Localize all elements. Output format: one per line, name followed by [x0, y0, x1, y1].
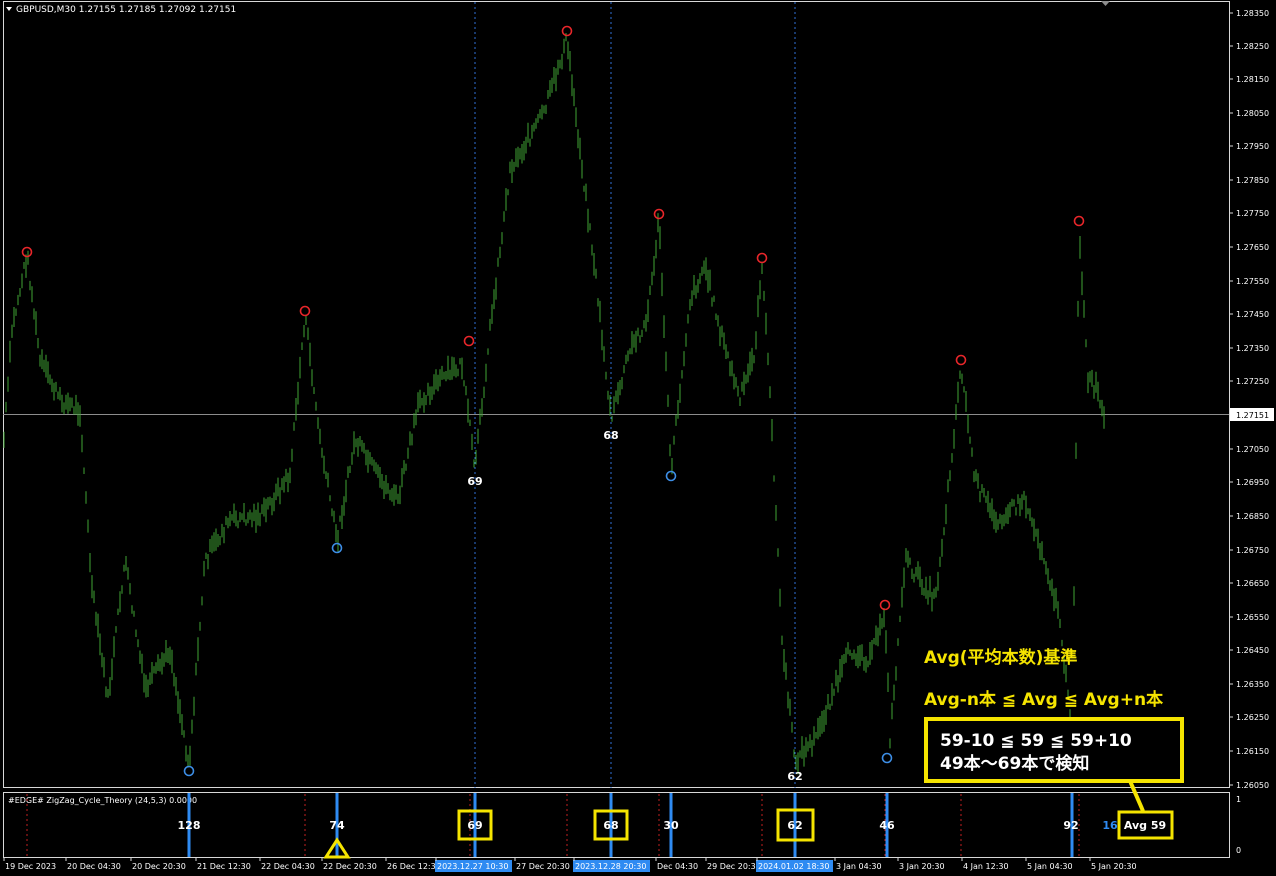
- annotation-box-line-2: 49本～69本で検知: [940, 753, 1089, 774]
- avg-label: Avg 59: [1124, 819, 1166, 832]
- cycle-count-label-current: 16: [1102, 819, 1118, 832]
- cycle-count-label: 74: [329, 819, 345, 832]
- annotation-formula: Avg-n本 ≦ Avg ≦ Avg+n本: [924, 689, 1163, 710]
- price-tick-label: 1.27550: [1236, 277, 1269, 286]
- time-label: Dec 04:30: [657, 862, 698, 871]
- price-tick-label: 1.27450: [1236, 310, 1269, 319]
- time-label: 27 Dec 20:30: [516, 862, 570, 871]
- time-label: 21 Dec 12:30: [197, 862, 251, 871]
- price-tick-label: 1.27850: [1236, 176, 1269, 185]
- time-label: 3 Jan 20:30: [899, 862, 945, 871]
- trough-count-label: 68: [603, 429, 618, 442]
- time-label: 26 Dec 12:30: [387, 862, 441, 871]
- price-tick-label: 1.27050: [1236, 445, 1269, 454]
- time-label: 4 Jan 12:30: [963, 862, 1009, 871]
- time-label: 2024.01.02 18:30: [758, 862, 829, 871]
- time-label: 19 Dec 2023: [5, 862, 56, 871]
- price-tick-label: 1.26850: [1236, 512, 1269, 521]
- price-tick-label: 1.28050: [1236, 109, 1269, 118]
- subwindow-title: #EDGE# ZigZag_Cycle_Theory (24,5,3) 0.00…: [8, 796, 197, 805]
- cycle-count-label: 62: [787, 819, 802, 832]
- trough-count-label: 62: [787, 770, 802, 783]
- price-tick-label: 1.26450: [1236, 646, 1269, 655]
- cycle-count-label: 30: [663, 819, 679, 832]
- price-tick-label: 1.26350: [1236, 680, 1269, 689]
- trough-count-label: 69: [467, 475, 482, 488]
- time-label: 5 Jan 20:30: [1091, 862, 1137, 871]
- time-label: 2023.12.28 20:30: [575, 862, 646, 871]
- subwindow-scale-bottom: 0: [1236, 846, 1241, 855]
- price-tick-label: 1.28250: [1236, 42, 1269, 51]
- time-label: 5 Jan 04:30: [1027, 862, 1073, 871]
- time-label: 2023.12.27 10:30: [437, 862, 508, 871]
- price-tick-label: 1.26250: [1236, 713, 1269, 722]
- price-tick-label: 1.27250: [1236, 377, 1269, 386]
- price-tick-label: 1.26150: [1236, 747, 1269, 756]
- time-label: 20 Dec 20:30: [132, 862, 186, 871]
- cycle-count-label: 128: [178, 819, 201, 832]
- annotation-box-line-1: 59-10 ≦ 59 ≦ 59+10: [940, 731, 1132, 751]
- price-tick-label: 1.26550: [1236, 613, 1269, 622]
- price-tick-label: 1.27750: [1236, 209, 1269, 218]
- time-label: 3 Jan 04:30: [836, 862, 882, 871]
- current-price-value: 1.27151: [1236, 411, 1269, 420]
- time-label: 22 Dec 04:30: [261, 862, 315, 871]
- price-tick-label: 1.26750: [1236, 546, 1269, 555]
- price-tick-label: 1.27350: [1236, 344, 1269, 353]
- annotation-title: Avg(平均本数)基準: [924, 647, 1077, 668]
- chart-window[interactable]: GBPUSD,M30 1.27155 1.27185 1.27092 1.271…: [0, 0, 1276, 876]
- cycle-count-label: 68: [603, 819, 618, 832]
- price-tick-label: 1.28150: [1236, 75, 1269, 84]
- price-tick-label: 1.26050: [1236, 781, 1269, 790]
- price-tick-label: 1.27950: [1236, 142, 1269, 151]
- price-tick-label: 1.27650: [1236, 243, 1269, 252]
- price-tick-label: 1.28350: [1236, 9, 1269, 18]
- time-label: 20 Dec 04:30: [67, 862, 121, 871]
- symbol-header: GBPUSD,M30 1.27155 1.27185 1.27092 1.271…: [16, 5, 236, 15]
- price-tick-label: 1.26650: [1236, 579, 1269, 588]
- cycle-count-label: 46: [879, 819, 895, 832]
- price-tick-label: 1.26950: [1236, 478, 1269, 487]
- time-label: 29 Dec 20:30: [707, 862, 761, 871]
- cycle-count-label: 69: [467, 819, 482, 832]
- subwindow-scale-top: 1: [1236, 795, 1241, 804]
- time-label: 22 Dec 20:30: [323, 862, 377, 871]
- cycle-count-label: 92: [1063, 819, 1078, 832]
